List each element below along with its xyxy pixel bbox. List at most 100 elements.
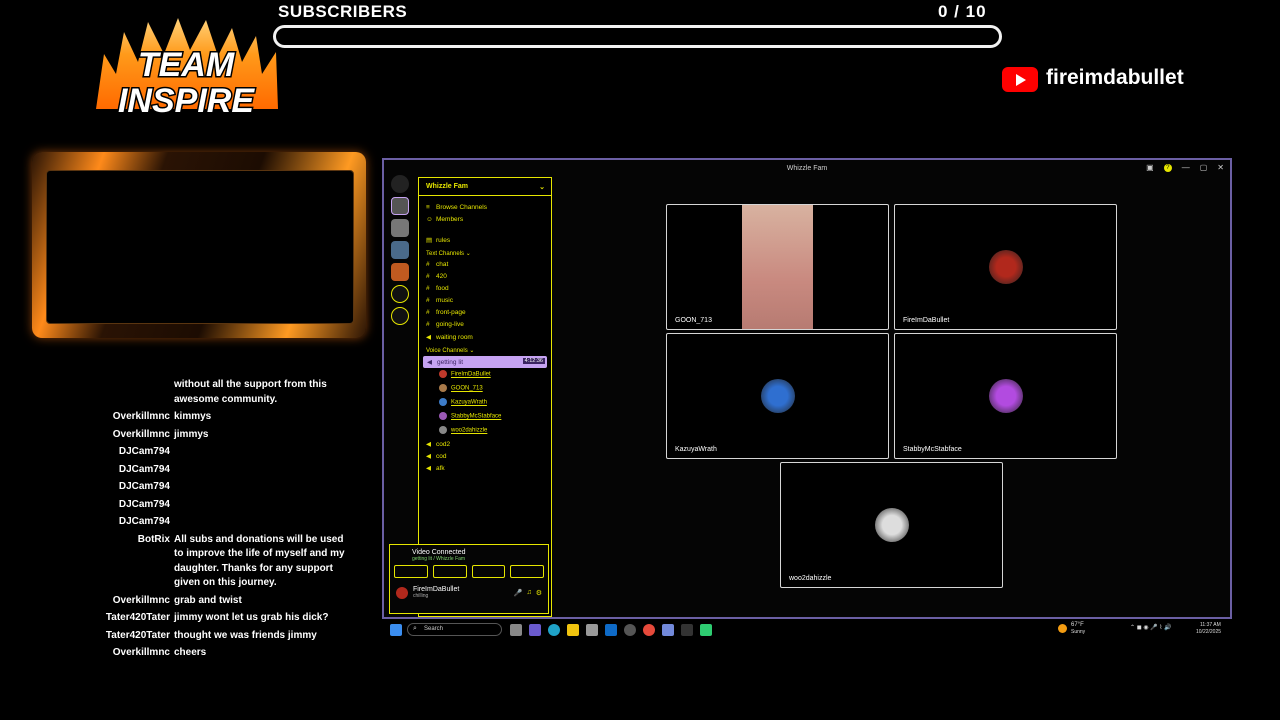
soundboard-button[interactable] xyxy=(510,565,544,578)
obs-icon[interactable] xyxy=(700,624,712,636)
server-sidebar xyxy=(388,175,412,329)
voice-channel-item[interactable]: ◀ cod xyxy=(419,450,551,462)
video-tile[interactable]: GOON_713 xyxy=(666,204,889,330)
video-tile[interactable]: FireImDaBullet xyxy=(894,204,1117,330)
chat-text: cheers xyxy=(174,647,207,658)
nav-members[interactable]: ☺ Members xyxy=(419,214,551,226)
voice-channel-getting-lit[interactable]: ◀ getting lit 4:12:36 xyxy=(423,356,547,368)
webcam-area xyxy=(46,170,354,324)
category-text-channels[interactable]: Text Channels ⌄ xyxy=(419,246,551,259)
voice-connection-panel: Video Connected getting lit / Whizzle Fa… xyxy=(389,544,549,614)
channel-rules[interactable]: ▤ rules xyxy=(419,234,551,246)
avatar xyxy=(439,370,447,378)
voice-member[interactable]: StabbyMcStabface xyxy=(419,410,551,424)
text-channel-item[interactable]: # going-live xyxy=(419,319,551,331)
copilot-icon[interactable] xyxy=(529,624,541,636)
chat-text: kimmys xyxy=(174,411,212,422)
video-tile[interactable]: woo2dahizzle xyxy=(780,462,1003,588)
inbox-icon[interactable]: ▣ xyxy=(1146,163,1154,172)
chat-message: DJCam794 xyxy=(100,463,350,478)
text-channel-item[interactable]: # music xyxy=(419,295,551,307)
rules-icon: ▤ xyxy=(426,237,433,244)
discord-window: Whizzle Fam ▣ ? — ▢ ✕ Whizzle Fam ⌄ ≡ Bro… xyxy=(382,158,1232,619)
hash-icon: # xyxy=(426,261,430,268)
outlook-icon[interactable] xyxy=(605,624,617,636)
voice-member[interactable]: FireImDaBullet xyxy=(419,368,551,382)
text-channel-item[interactable]: # food xyxy=(419,283,551,295)
file-explorer-icon[interactable] xyxy=(567,624,579,636)
avatar[interactable] xyxy=(396,586,408,599)
chat-message: Overkillmnc grab and twist xyxy=(100,594,350,609)
task-view-icon[interactable] xyxy=(510,624,522,636)
text-channel-item[interactable]: #420 xyxy=(419,271,551,283)
minimize-button[interactable]: — xyxy=(1182,163,1190,172)
store-icon[interactable] xyxy=(586,624,598,636)
discord-home-icon[interactable] xyxy=(391,175,409,193)
chat-message: BotRix All subs and donations will be use… xyxy=(100,533,350,591)
chat-message: Tater420Tater jimmy wont let us grab his … xyxy=(100,611,350,626)
youtube-icon xyxy=(1002,67,1038,92)
server-icon-whizzle[interactable] xyxy=(391,197,409,215)
voice-member[interactable]: GOON_713 xyxy=(419,382,551,396)
avatar xyxy=(760,379,795,413)
gear-icon[interactable]: ⚙ xyxy=(536,589,542,597)
voice-channel-item[interactable]: ◀ cod2 xyxy=(419,438,551,450)
subscribers-progress-bar xyxy=(273,25,1002,48)
user-status: chilling xyxy=(413,593,429,599)
screen-share-button[interactable] xyxy=(432,565,467,578)
xbox-icon[interactable] xyxy=(624,624,636,636)
help-icon[interactable]: ? xyxy=(1163,163,1172,172)
server-header[interactable]: Whizzle Fam ⌄ xyxy=(419,178,551,196)
chat-username: DJCam794 xyxy=(118,481,170,492)
camera-button[interactable] xyxy=(394,565,428,578)
chat-text: All subs and donations will be used to i… xyxy=(174,533,345,589)
chat-text: grab and twist xyxy=(174,594,242,606)
video-feed xyxy=(742,205,813,329)
server-icon-3[interactable] xyxy=(391,241,409,259)
hash-icon: # xyxy=(426,285,430,292)
clock-time[interactable]: 11:37 AM xyxy=(1200,622,1221,628)
server-icon-4[interactable] xyxy=(391,263,409,281)
system-tray[interactable]: ⌃ ◼ ◉ 🎤 ⌇ 🔊 xyxy=(1130,624,1171,631)
nav-browse-channels[interactable]: ≡ Browse Channels xyxy=(419,202,551,214)
maximize-button[interactable]: ▢ xyxy=(1200,163,1208,172)
subscribers-label: SUBSCRIBERS xyxy=(278,2,408,21)
text-channel-item[interactable]: # front-page xyxy=(419,307,551,319)
video-tile[interactable]: StabbyMcStabface xyxy=(894,333,1117,459)
category-voice-channels[interactable]: Voice Channels ⌄ xyxy=(419,343,551,356)
voice-member-list: FireImDaBullet GOON_713 KazuyaWrath StabbyM… xyxy=(419,368,551,438)
headphones-icon[interactable]: ♫ xyxy=(526,589,531,596)
app-icon[interactable] xyxy=(681,624,693,636)
list-icon: ≡ xyxy=(426,204,430,211)
discover-icon[interactable] xyxy=(391,307,409,325)
server-icon-2[interactable] xyxy=(391,219,409,237)
chat-message: without all the support from this awesom… xyxy=(100,378,350,407)
mic-icon[interactable]: 🎤 xyxy=(514,589,523,597)
voice-member[interactable]: KazuyaWrath xyxy=(419,396,551,410)
team-inspire-logo: TEAM INSPIRE xyxy=(96,18,278,122)
speaker-icon: ◀ xyxy=(426,441,431,448)
speaker-icon: ◀ xyxy=(427,359,432,366)
clock-date[interactable]: 10/22/2025 xyxy=(1196,629,1221,635)
text-channel-item[interactable]: ◀ waiting room xyxy=(419,331,551,343)
video-tile[interactable]: KazuyaWrath xyxy=(666,333,889,459)
text-channel-item[interactable]: # chat xyxy=(419,259,551,271)
voice-channel-item[interactable]: ◀ afk xyxy=(419,462,551,474)
chat-username: Overkillmnc xyxy=(112,647,170,658)
voice-member[interactable]: woo2dahizzle xyxy=(419,424,551,438)
add-server-icon[interactable] xyxy=(391,285,409,303)
weather-icon[interactable] xyxy=(1058,624,1067,633)
chat-username: Overkillmnc xyxy=(112,411,170,422)
chrome-icon[interactable] xyxy=(643,624,655,636)
activities-button[interactable] xyxy=(471,565,506,578)
chat-username: Tater420Tater xyxy=(105,629,170,641)
hash-icon: # xyxy=(426,297,430,304)
discord-taskbar-icon[interactable] xyxy=(662,624,674,636)
windows-start-icon[interactable] xyxy=(390,624,402,636)
chat-text: jimmys xyxy=(174,428,209,440)
edge-icon[interactable] xyxy=(548,624,560,636)
close-button[interactable]: ✕ xyxy=(1217,163,1224,172)
chat-message: DJCam794 xyxy=(100,515,350,530)
search-icon: ⌕ xyxy=(413,625,417,632)
taskbar-search[interactable]: ⌕ Search xyxy=(407,623,502,636)
